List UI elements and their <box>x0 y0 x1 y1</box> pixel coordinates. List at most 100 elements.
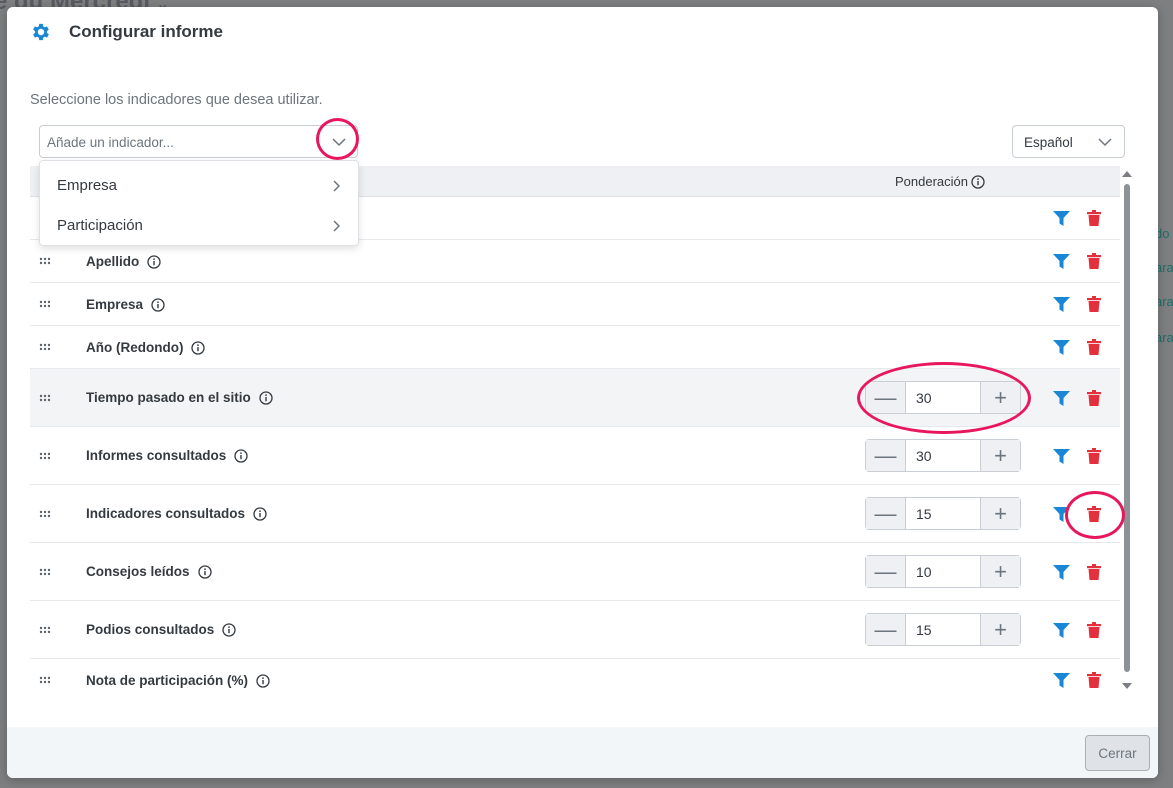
modal-header: Configurar informe <box>7 7 1158 63</box>
language-select-value: Español <box>1024 135 1073 150</box>
dropdown-item-label: Empresa <box>57 177 118 194</box>
table-row: Informes consultados — 30 + <box>30 427 1120 485</box>
filter-icon[interactable] <box>1053 391 1070 406</box>
indicator-list: Apellido Empresa Año (Redondo) Tiempo pa… <box>30 197 1120 702</box>
info-icon[interactable] <box>253 506 267 521</box>
trash-icon[interactable] <box>1087 448 1101 464</box>
gear-icon <box>33 23 49 41</box>
weight-column-header: Ponderación <box>895 174 985 189</box>
info-icon[interactable] <box>151 297 165 312</box>
chevron-right-icon <box>333 220 340 232</box>
indicator-select[interactable]: Añade un indicador... <box>39 125 358 158</box>
weight-stepper: — 15 + <box>865 613 1021 646</box>
table-row: Indicadores consultados — 15 + <box>30 485 1120 543</box>
row-label: Consejos leídos <box>86 564 212 579</box>
increment-button[interactable]: + <box>980 382 1020 413</box>
trash-icon[interactable] <box>1087 296 1101 312</box>
weight-input[interactable]: 30 <box>906 440 980 471</box>
dropdown-item-label: Participación <box>57 217 143 234</box>
decrement-button[interactable]: — <box>866 614 906 645</box>
decrement-button[interactable]: — <box>866 440 906 471</box>
trash-icon[interactable] <box>1087 253 1101 269</box>
table-row: Año (Redondo) <box>30 326 1120 369</box>
row-label: Nota de participación (%) <box>86 673 270 688</box>
weight-input[interactable]: 10 <box>906 556 980 587</box>
increment-button[interactable]: + <box>980 556 1020 587</box>
increment-button[interactable]: + <box>980 614 1020 645</box>
table-row: Nota de participación (%) <box>30 659 1120 702</box>
weight-stepper: — 10 + <box>865 555 1021 588</box>
scroll-up-arrow[interactable] <box>1122 171 1132 177</box>
filter-icon[interactable] <box>1053 254 1070 269</box>
row-label: Informes consultados <box>86 448 248 463</box>
info-icon[interactable] <box>256 673 270 688</box>
drag-handle-icon[interactable] <box>39 626 51 634</box>
trash-icon[interactable] <box>1087 506 1101 522</box>
drag-handle-icon[interactable] <box>39 676 51 684</box>
info-icon[interactable] <box>259 390 273 405</box>
row-label: Tiempo pasado en el sitio <box>86 390 273 405</box>
drag-handle-icon[interactable] <box>39 343 51 351</box>
filter-icon[interactable] <box>1053 507 1070 522</box>
drag-handle-icon[interactable] <box>39 394 51 402</box>
filter-icon[interactable] <box>1053 449 1070 464</box>
scrollbar[interactable] <box>1121 170 1133 695</box>
modal-title: Configurar informe <box>69 22 223 41</box>
dropdown-item-empresa[interactable]: Empresa <box>40 165 358 205</box>
row-label: Podios consultados <box>86 622 236 637</box>
chevron-down-icon[interactable] <box>331 135 347 149</box>
dropdown-item-participacion[interactable]: Participación <box>40 205 358 245</box>
filter-icon[interactable] <box>1053 211 1070 226</box>
filter-icon[interactable] <box>1053 623 1070 638</box>
decrement-button[interactable]: — <box>866 556 906 587</box>
chevron-down-icon <box>1098 138 1112 147</box>
trash-icon[interactable] <box>1087 672 1101 688</box>
info-icon[interactable] <box>971 174 985 189</box>
filter-icon[interactable] <box>1053 565 1070 580</box>
trash-icon[interactable] <box>1087 622 1101 638</box>
instruction-text: Seleccione los indicadores que desea uti… <box>30 92 323 108</box>
table-row: Apellido <box>30 240 1120 283</box>
info-icon[interactable] <box>147 254 161 269</box>
filter-icon[interactable] <box>1053 340 1070 355</box>
drag-handle-icon[interactable] <box>39 300 51 308</box>
weight-stepper: — 15 + <box>865 497 1021 530</box>
decrement-button[interactable]: — <box>866 382 906 413</box>
increment-button[interactable]: + <box>980 440 1020 471</box>
weight-input[interactable]: 15 <box>906 614 980 645</box>
drag-handle-icon[interactable] <box>39 452 51 460</box>
drag-handle-icon[interactable] <box>39 510 51 518</box>
drag-handle-icon[interactable] <box>39 568 51 576</box>
decrement-button[interactable]: — <box>866 498 906 529</box>
info-icon[interactable] <box>222 622 236 637</box>
drag-handle-icon[interactable] <box>39 257 51 265</box>
table-row: Tiempo pasado en el sitio — 30 + <box>30 369 1120 427</box>
scroll-thumb[interactable] <box>1124 184 1130 672</box>
row-label: Indicadores consultados <box>86 506 267 521</box>
info-icon[interactable] <box>191 340 206 355</box>
modal-footer: Cerrar <box>7 727 1158 778</box>
table-row: Consejos leídos — 10 + <box>30 543 1120 601</box>
configure-report-modal: Configurar informe Seleccione los indica… <box>7 7 1158 778</box>
info-icon[interactable] <box>234 448 248 463</box>
close-button[interactable]: Cerrar <box>1085 735 1150 771</box>
increment-button[interactable]: + <box>980 498 1020 529</box>
row-label: Año (Redondo) <box>86 340 206 355</box>
chevron-right-icon <box>333 180 340 192</box>
trash-icon[interactable] <box>1087 390 1101 406</box>
row-label: Empresa <box>86 297 165 312</box>
filter-icon[interactable] <box>1053 297 1070 312</box>
trash-icon[interactable] <box>1087 210 1101 226</box>
weight-input[interactable]: 15 <box>906 498 980 529</box>
trash-icon[interactable] <box>1087 564 1101 580</box>
trash-icon[interactable] <box>1087 339 1101 355</box>
weight-stepper: — 30 + <box>865 439 1021 472</box>
info-icon[interactable] <box>197 564 212 579</box>
language-select[interactable]: Español <box>1012 125 1125 158</box>
scroll-down-arrow[interactable] <box>1122 683 1132 689</box>
filter-icon[interactable] <box>1053 673 1070 688</box>
table-row: Empresa <box>30 283 1120 326</box>
weight-stepper: — 30 + <box>865 381 1021 414</box>
weight-input[interactable]: 30 <box>906 382 980 413</box>
indicator-dropdown-menu: Empresa Participación <box>39 160 359 246</box>
